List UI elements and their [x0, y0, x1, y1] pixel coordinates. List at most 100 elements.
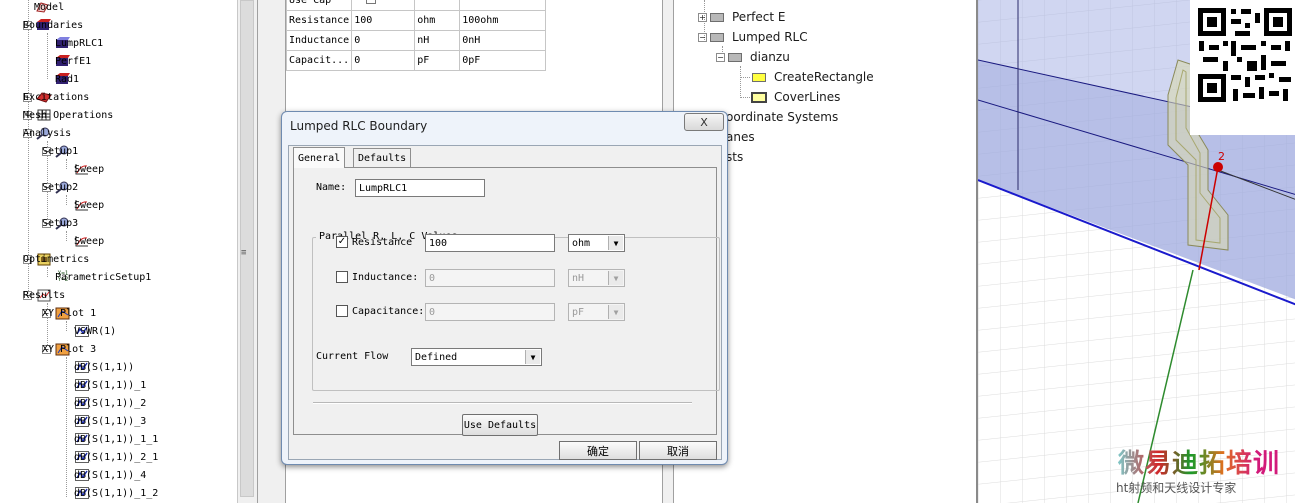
tree-item-trace[interactable]: dB(S(1,1))_1_1	[74, 430, 158, 448]
tree-item-boundaries[interactable]: − Boundaries	[23, 16, 83, 34]
model-item-lists[interactable]: sts	[726, 147, 743, 167]
name-label: Name:	[316, 182, 347, 193]
tree-item-setup2[interactable]: − Setup2	[42, 178, 78, 196]
model-item-createrectangle[interactable]: CreateRectangle	[752, 67, 874, 87]
cancel-button[interactable]: 取消	[639, 441, 717, 460]
model-item-coverlines[interactable]: CoverLines	[751, 87, 841, 107]
tree-item-rad1[interactable]: Rad1	[55, 70, 79, 88]
tree-item-trace[interactable]: dB(S(1,1))_3	[74, 412, 146, 430]
collapse-icon[interactable]: −	[698, 32, 707, 42]
lumped-rlc-dialog: Lumped RLC Boundary X General Defaults N…	[281, 111, 728, 465]
tree-item-trace[interactable]: dB(S(1,1))	[74, 358, 134, 376]
table-row[interactable]: Resistance 100 ohm 100ohm	[285, 10, 547, 31]
tree-item-trace[interactable]: dB(S(1,1))_1_2	[74, 484, 158, 502]
tab-defaults[interactable]: Defaults	[353, 148, 412, 167]
tree-item-trace[interactable]: VSWR(1)	[74, 322, 116, 340]
tree-item-label: PerfE1	[55, 55, 92, 67]
current-flow-label: Current Flow	[316, 351, 389, 362]
model-item-perfect-e[interactable]: + Perfect E	[698, 7, 785, 27]
tree-item-label: Model	[34, 1, 65, 13]
tree-item-sweep[interactable]: Sweep	[74, 196, 104, 214]
resistance-label: Resistance	[352, 237, 413, 248]
table-row[interactable]: Use Cap	[285, 0, 547, 11]
resistance-input[interactable]: 100	[425, 234, 555, 252]
table-row[interactable]: Capacit... 0 pF 0pF	[285, 50, 547, 71]
inductance-checkbox[interactable]	[336, 271, 348, 283]
tree-item-label: ParametricSetup1	[55, 271, 152, 283]
3d-view[interactable]: 2 微易迪拓培训 ht射频和天线设计专家	[976, 0, 1295, 503]
tree-item-trace[interactable]: dB(S(1,1))_2_1	[74, 448, 158, 466]
capacitance-checkbox[interactable]	[336, 305, 348, 317]
model-item-label: CreateRectangle	[774, 70, 874, 84]
prop-unit[interactable]: nH	[414, 30, 461, 51]
model-item-dianzu[interactable]: − dianzu	[716, 47, 790, 67]
tree-item-optimetrics[interactable]: − Optimetrics	[23, 250, 89, 268]
ok-button[interactable]: 确定	[559, 441, 637, 460]
chevron-down-icon: ▼	[608, 305, 623, 319]
tab-label: Defaults	[358, 152, 407, 164]
watermark-subtitle: ht射频和天线设计专家	[1116, 481, 1237, 495]
prop-evaluated	[459, 0, 547, 11]
resistance-checkbox[interactable]: ✓	[336, 236, 348, 248]
prop-name: Use Cap	[285, 0, 353, 11]
tree-item-analysis[interactable]: − Analysis	[23, 124, 71, 142]
splitter-grip-icon[interactable]: ≡	[241, 248, 246, 258]
prop-unit[interactable]: ohm	[414, 10, 461, 31]
tree-item-trace[interactable]: dB(S(1,1))_2	[74, 394, 146, 412]
capacitance-unit-select[interactable]: pF ▼	[568, 303, 625, 321]
inductance-unit-select[interactable]: nH ▼	[568, 269, 625, 287]
prop-name: Resistance	[285, 10, 353, 31]
inductance-label: Inductance:	[352, 272, 419, 283]
tree-item-setup1[interactable]: − Setup1	[42, 142, 78, 160]
chevron-down-icon: ▼	[608, 271, 623, 285]
tree-item-label: dB(S(1,1))_1_1	[74, 433, 159, 445]
expand-icon[interactable]: +	[698, 12, 707, 22]
tree-item-excitations[interactable]: + Excitations	[23, 88, 89, 106]
prop-unit	[414, 0, 461, 11]
tree-item-label: Analysis	[23, 127, 72, 139]
tree-item-label: dB(S(1,1))_2_1	[74, 451, 159, 463]
close-button[interactable]: X	[684, 113, 724, 131]
prop-value[interactable]: 0	[351, 50, 416, 71]
tree-item-lumprlc1[interactable]: LumpRLC1	[55, 34, 103, 52]
tree-item-setup3[interactable]: − Setup3	[42, 214, 78, 232]
project-tree: Model − Boundaries LumpRLC1 PerfE1 Rad1 …	[0, 0, 237, 503]
tree-item-trace[interactable]: dB(S(1,1))_4	[74, 466, 146, 484]
use-defaults-button[interactable]: Use Defaults	[462, 414, 538, 436]
name-field[interactable]: LumpRLC1	[355, 179, 485, 197]
tree-item-perfe1[interactable]: PerfE1	[55, 52, 91, 70]
tree-item-model[interactable]: Model	[34, 0, 64, 16]
prop-evaluated: 100ohm	[459, 10, 547, 31]
model-item-planes[interactable]: anes	[726, 127, 755, 147]
prop-unit[interactable]: pF	[414, 50, 461, 71]
tree-item-label: Mesh Operations	[23, 109, 114, 121]
tree-item-sweep[interactable]: Sweep	[74, 232, 104, 250]
model-item-lumped-rlc[interactable]: − Lumped RLC	[698, 27, 808, 47]
model-item-coordinate-systems[interactable]: oordinate Systems	[726, 107, 838, 127]
tree-item-trace[interactable]: dB(S(1,1))_1	[74, 376, 146, 394]
tree-item-label: Setup1	[42, 145, 79, 157]
tree-item-label: Sweep	[74, 163, 105, 175]
tree-item-xy-plot-3[interactable]: − XY Plot 3	[42, 340, 96, 358]
tree-item-mesh-operations[interactable]: + Mesh Operations	[23, 106, 113, 124]
prop-value[interactable]	[351, 0, 416, 11]
tree-item-label: Setup3	[42, 217, 79, 229]
table-row[interactable]: Inductance 0 nH 0nH	[285, 30, 547, 51]
resistance-unit-select[interactable]: ohm ▼	[568, 234, 625, 252]
prop-value[interactable]: 0	[351, 30, 416, 51]
tab-general[interactable]: General	[293, 147, 346, 168]
tree-item-label: dB(S(1,1))_4	[74, 469, 147, 481]
collapse-icon[interactable]: −	[716, 52, 725, 62]
cover-lines-icon	[751, 91, 767, 103]
inductance-input[interactable]: 0	[425, 269, 555, 287]
tree-item-results[interactable]: − Results	[23, 286, 65, 304]
tree-item-sweep[interactable]: Sweep	[74, 160, 104, 178]
tree-item-parametricsetup1[interactable]: X=1 Y=2 ParametricSetup1	[55, 268, 151, 286]
current-flow-select[interactable]: Defined ▼	[411, 348, 542, 366]
tree-scrollbar[interactable]: ≡	[237, 0, 257, 503]
tree-item-label: XY Plot 1	[42, 307, 97, 319]
model-item-label: CoverLines	[774, 90, 841, 104]
tree-item-xy-plot-1[interactable]: − XY Plot 1	[42, 304, 96, 322]
capacitance-input[interactable]: 0	[425, 303, 555, 321]
prop-value[interactable]: 100	[351, 10, 416, 31]
